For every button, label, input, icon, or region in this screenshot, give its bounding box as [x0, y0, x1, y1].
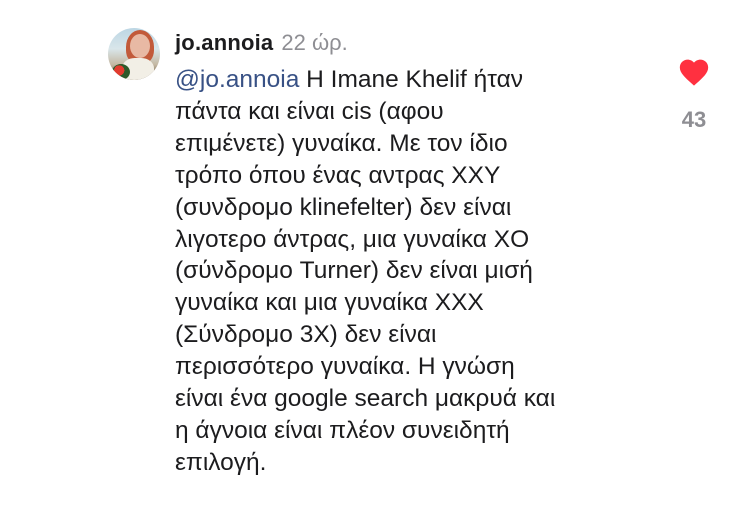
avatar[interactable]: [108, 28, 160, 80]
comment-line: η άγνοια είναι πλέον συνειδητή: [175, 416, 510, 444]
comment-line: @jo.annoia Η Imane Khelif ήταν: [175, 64, 645, 96]
comment-line-text: Η Imane Khelif ήταν: [299, 66, 523, 93]
username[interactable]: jo.annoia: [175, 30, 273, 56]
like-control: 43: [670, 55, 718, 133]
comment: jo.annoia 22 ώρ. @jo.annoia Η Imane Khel…: [0, 0, 750, 513]
comment-header: jo.annoia 22 ώρ.: [175, 30, 348, 60]
comment-line: επιλογή.: [175, 448, 267, 476]
mention-link[interactable]: @jo.annoia: [175, 66, 299, 93]
heart-filled-icon[interactable]: [677, 55, 711, 87]
comment-line: (Σύνδρομο 3X) δεν είναι: [175, 321, 437, 349]
comment-line: περισσότερο γυναίκα. Η γνώση: [175, 353, 515, 381]
comment-line: λιγοτερο άντρας, μια γυναίκα XO: [175, 225, 530, 253]
like-count[interactable]: 43: [682, 107, 706, 133]
comment-line: τρόπο όπου ένας αντρας XXY: [175, 161, 501, 189]
comment-line: (σύνδρομο Turner) δεν είναι μισή: [175, 257, 533, 285]
comment-line: επιμένετε) γυναίκα. Με τον ίδιο: [175, 129, 508, 157]
comment-line: (συνδρομο klinefelter) δεν είναι: [175, 193, 512, 221]
timestamp: 22 ώρ.: [281, 30, 348, 55]
comment-line: γυναίκα και μια γυναίκα XXX: [175, 289, 484, 317]
comment-line: πάντα και είναι cis (αφου: [175, 97, 444, 125]
comment-line: είναι ένα google search μακρυά και: [175, 385, 556, 413]
comment-text: @jo.annoia Η Imane Khelif ήταν πάντα και…: [175, 64, 645, 479]
